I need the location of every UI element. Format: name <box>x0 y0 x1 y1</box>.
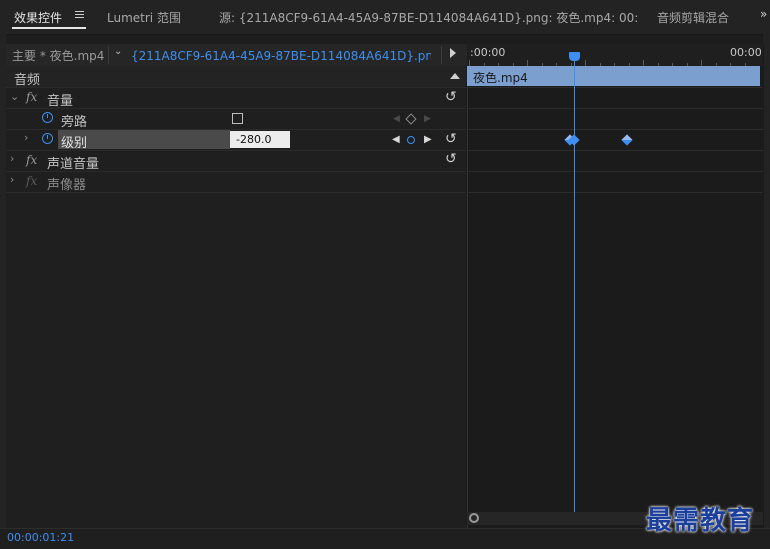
divider <box>441 46 442 64</box>
ruler-end-timecode: 00:00 <box>730 46 762 59</box>
stopwatch-active-icon[interactable] <box>42 133 53 144</box>
stopwatch-icon[interactable] <box>42 112 53 123</box>
bypass-checkbox[interactable] <box>232 113 243 124</box>
effect-row-volume <box>6 87 466 109</box>
timeline-row-line <box>467 192 763 193</box>
tab-effect-controls[interactable]: 效果控件 <box>14 9 62 26</box>
timeline-row-line <box>467 150 763 151</box>
tab-audio-clip-mixer[interactable]: 音频剪辑混合 <box>657 9 729 26</box>
timeline-row-line <box>467 108 763 109</box>
collapse-up-icon[interactable] <box>450 73 460 79</box>
timeline-row-line <box>467 129 763 130</box>
reset-icon[interactable]: ↺ <box>445 89 457 105</box>
show-timeline-icon[interactable] <box>450 48 456 58</box>
sequence-clip-label[interactable]: {211A8CF9-61A4-45A9-87BE-D114084A641D}.p… <box>131 47 431 64</box>
master-clip-label[interactable]: 主要 * 夜色.mp4 <box>12 47 104 64</box>
ruler-start-timecode: :00:00 <box>470 46 506 59</box>
divider <box>108 46 109 64</box>
section-audio-label: 音频 <box>14 73 41 88</box>
playhead-line[interactable] <box>574 58 575 512</box>
effect-volume-label: 音量 <box>47 94 74 109</box>
panel-menu-icon[interactable] <box>75 11 84 19</box>
add-keyframe-icon[interactable] <box>407 136 415 144</box>
prev-keyframe-icon: ◀ <box>393 114 400 124</box>
section-audio <box>6 66 466 88</box>
level-value-input[interactable]: -280.0 <box>230 131 290 148</box>
keyframe-timeline[interactable] <box>467 44 764 528</box>
reset-icon[interactable]: ↺ <box>445 151 457 167</box>
chevron-down-icon[interactable]: ⌄ <box>10 90 19 103</box>
playhead-handle[interactable] <box>569 52 580 61</box>
chevron-right-icon[interactable]: › <box>10 173 14 186</box>
active-tab-indicator <box>12 27 86 29</box>
chevron-down-icon[interactable]: ⌄ <box>114 46 122 57</box>
tab-lumetri-scopes[interactable]: Lumetri 范围 <box>107 9 181 26</box>
next-keyframe-icon: ▶ <box>424 114 431 124</box>
effect-channel-volume-label: 声道音量 <box>47 157 100 172</box>
prev-keyframe-icon[interactable]: ◀ <box>392 134 400 145</box>
zoom-scroll-handle[interactable] <box>469 513 479 523</box>
property-bypass-label: 旁路 <box>61 115 88 130</box>
watermark-logo: 最需教育 <box>646 506 755 536</box>
panel-border-right <box>763 34 770 528</box>
tab-source[interactable]: 源: {211A8CF9-61A4-45A9-87BE-D114084A641D… <box>219 9 639 26</box>
timeline-clip-name: 夜色.mp4 <box>473 71 528 85</box>
chevron-right-icon[interactable]: › <box>24 131 28 144</box>
more-tabs-icon[interactable]: » <box>760 7 767 21</box>
timeline-row-line <box>467 171 763 172</box>
property-level-label: 级别 <box>61 136 88 151</box>
current-timecode[interactable]: 00:00:01:21 <box>7 531 74 544</box>
effect-panner-label: 声像器 <box>47 178 87 193</box>
chevron-right-icon[interactable]: › <box>10 152 14 165</box>
next-keyframe-icon[interactable]: ▶ <box>424 134 432 145</box>
fx-toggle-icon[interactable]: fx <box>26 174 37 188</box>
reset-icon[interactable]: ↺ <box>445 131 457 147</box>
fx-toggle-icon[interactable]: fx <box>26 153 37 167</box>
timeline-row-line <box>467 87 763 88</box>
fx-toggle-icon[interactable]: fx <box>26 90 37 104</box>
